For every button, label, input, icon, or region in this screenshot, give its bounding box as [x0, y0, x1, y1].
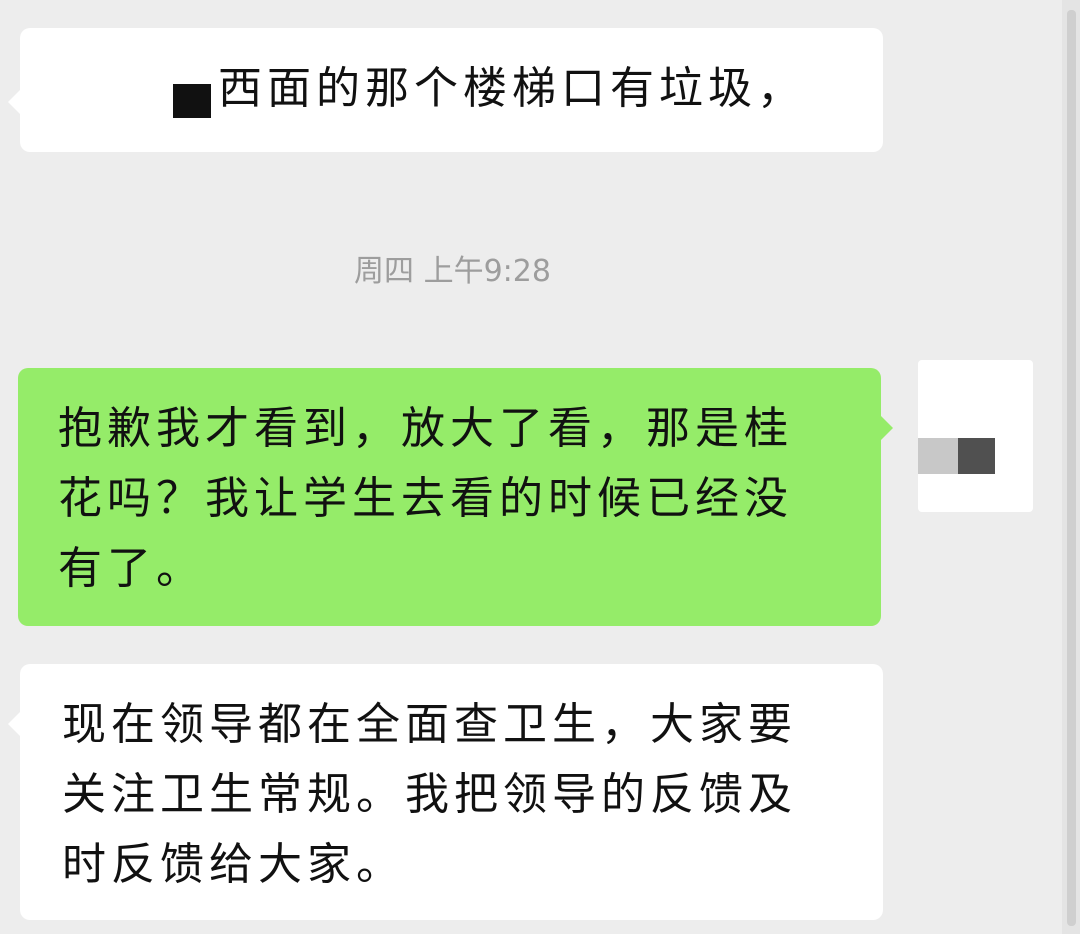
incoming-message-bubble[interactable]: 现在领导都在全面查卫生，大家要 关注卫生常规。我把领导的反馈及 时反馈给大家。: [8, 664, 883, 920]
redaction-mark: [173, 84, 211, 118]
message-line: 关注卫生常规。我把领导的反馈及: [62, 769, 797, 820]
outgoing-message-bubble[interactable]: 抱歉我才看到，放大了看，那是桂 花吗？我让学生去看的时候已经没 有了。: [18, 368, 893, 626]
bubble-tail: [881, 416, 893, 440]
message-line: 有了。: [58, 543, 205, 594]
message-line: 现在领导都在全面查卫生，大家要: [62, 699, 797, 750]
message-text: 西面的那个楼梯口有垃圾，: [218, 63, 806, 114]
message-line: 抱歉我才看到，放大了看，那是桂: [58, 403, 793, 454]
incoming-message-bubble[interactable]: 西面的那个楼梯口有垃圾，: [8, 28, 883, 152]
scrollbar[interactable]: [1062, 0, 1080, 934]
bubble-tail: [8, 90, 20, 114]
self-avatar[interactable]: [918, 360, 1033, 512]
bubble-tail: [8, 712, 20, 736]
message-line: 花吗？我让学生去看的时候已经没: [58, 473, 793, 524]
message-line: 时反馈给大家。: [62, 839, 405, 890]
chat-area[interactable]: 西面的那个楼梯口有垃圾， 周四 上午9:28 抱歉我才看到，放大了看，那是桂 花…: [0, 0, 1062, 934]
avatar-image-fragment: [918, 438, 958, 474]
scrollbar-thumb[interactable]: [1067, 10, 1076, 926]
avatar-image-fragment: [958, 438, 995, 474]
message-timestamp: 周四 上午9:28: [354, 254, 551, 289]
